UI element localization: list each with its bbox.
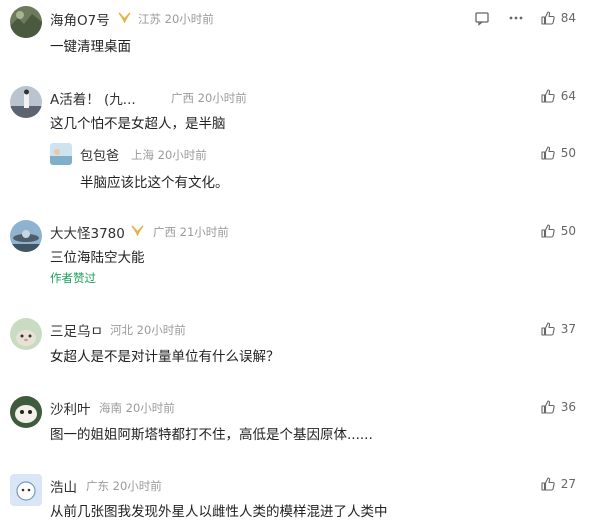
like-count: 50 bbox=[560, 146, 576, 160]
like-button[interactable]: 36 bbox=[541, 400, 576, 414]
like-icon bbox=[541, 146, 555, 160]
reply-icon[interactable] bbox=[474, 10, 490, 26]
like-icon bbox=[541, 400, 555, 414]
comment-text: 一键清理桌面 bbox=[50, 39, 131, 55]
like-button[interactable]: 84 bbox=[541, 11, 576, 25]
like-icon bbox=[541, 477, 555, 491]
comment-meta: 海南 20小时前 bbox=[99, 401, 175, 415]
username[interactable]: 海角O7号 bbox=[50, 9, 110, 29]
comment-text: 从前几张图我发现外星人以雌性人类的模样混进了人类中 bbox=[50, 504, 388, 520]
like-button[interactable]: 64 bbox=[541, 89, 576, 103]
avatar[interactable] bbox=[10, 474, 42, 506]
like-count: 37 bbox=[560, 322, 576, 336]
comment-meta: 河北 20小时前 bbox=[110, 323, 186, 337]
comment-text: 三位海陆空大能 bbox=[50, 250, 145, 266]
avatar[interactable] bbox=[10, 396, 42, 428]
like-count: 64 bbox=[560, 89, 576, 103]
avatar[interactable] bbox=[50, 143, 72, 165]
author-liked-label: 作者赞过 bbox=[50, 271, 96, 285]
gold-wings-icon bbox=[131, 225, 144, 236]
like-button[interactable]: 50 bbox=[541, 224, 576, 238]
username[interactable]: 浩山 bbox=[50, 476, 77, 496]
comment-text: 半脑应该比这个有文化。 bbox=[80, 175, 229, 191]
like-count: 50 bbox=[560, 224, 576, 238]
comment-meta: 广西 21小时前 bbox=[153, 225, 229, 239]
username[interactable]: 包包爸 bbox=[80, 145, 119, 164]
like-count: 36 bbox=[560, 400, 576, 414]
like-icon bbox=[541, 224, 555, 238]
avatar[interactable] bbox=[10, 220, 42, 252]
avatar[interactable] bbox=[10, 6, 42, 38]
gold-wings-icon bbox=[118, 12, 131, 23]
avatar[interactable] bbox=[10, 318, 42, 350]
comment-meta: 广西 20小时前 bbox=[171, 91, 247, 105]
like-button[interactable]: 37 bbox=[541, 322, 576, 336]
username[interactable]: 大大怪3780 bbox=[50, 222, 125, 242]
like-button[interactable]: 27 bbox=[541, 477, 576, 491]
like-icon bbox=[541, 89, 555, 103]
like-button[interactable]: 50 bbox=[541, 146, 576, 160]
comment-meta: 广东 20小时前 bbox=[86, 479, 162, 493]
comment-meta: 江苏 20小时前 bbox=[138, 12, 214, 26]
username[interactable]: 沙利叶 bbox=[50, 398, 91, 418]
username[interactable]: A活着！ (九... bbox=[50, 88, 136, 108]
comment-text: 这几个怕不是女超人，是半脑 bbox=[50, 116, 226, 132]
like-count: 84 bbox=[560, 11, 576, 25]
username[interactable]: 三足乌ㅁ bbox=[50, 320, 103, 340]
like-icon bbox=[541, 322, 555, 336]
comment-text: 图一的姐姐阿斯塔特都打不住，高低是个基因原体...... bbox=[50, 427, 373, 443]
comment-meta: 上海 20小时前 bbox=[131, 148, 207, 162]
like-count: 27 bbox=[560, 477, 576, 491]
more-icon[interactable] bbox=[508, 10, 524, 26]
comment-text: 女超人是不是对计量单位有什么误解？ bbox=[50, 349, 280, 365]
like-icon bbox=[541, 11, 555, 25]
avatar[interactable] bbox=[10, 86, 42, 118]
